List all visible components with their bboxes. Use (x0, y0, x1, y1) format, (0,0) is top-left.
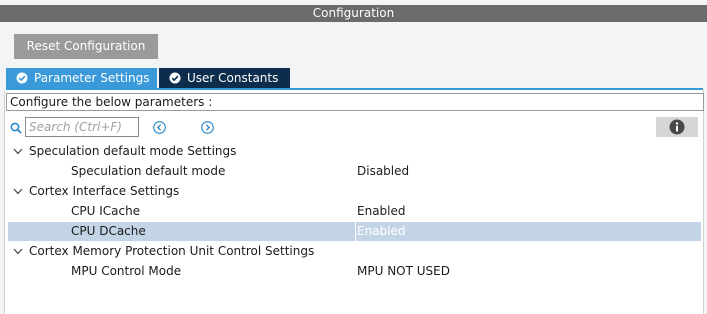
parameter-value[interactable]: Enabled (357, 202, 406, 221)
search-input[interactable] (25, 117, 139, 137)
info-button[interactable] (656, 117, 698, 137)
tab-label: User Constants (187, 71, 279, 85)
check-circle-icon (16, 72, 28, 84)
parameter-row-selected[interactable]: CPU DCache Enabled (8, 222, 701, 241)
parameter-row[interactable]: Speculation default mode Disabled (8, 162, 701, 181)
tab-label: Parameter Settings (34, 71, 150, 85)
search-icon (10, 122, 22, 134)
parameter-value[interactable]: Disabled (357, 162, 409, 181)
configure-instructions: Configure the below parameters : (6, 93, 704, 111)
tab-user-constants[interactable]: User Constants (159, 68, 290, 88)
group-label: Cortex Memory Protection Unit Control Se… (29, 244, 315, 258)
parameter-value[interactable]: MPU NOT USED (357, 262, 450, 281)
group-row[interactable]: Cortex Memory Protection Unit Control Se… (8, 242, 701, 261)
parameter-label: MPU Control Mode (71, 264, 182, 278)
group-label: Speculation default mode Settings (29, 144, 237, 158)
parameter-row[interactable]: MPU Control Mode MPU NOT USED (8, 262, 701, 281)
group-row[interactable]: Cortex Interface Settings (8, 182, 701, 201)
parameter-row[interactable]: CPU ICache Enabled (8, 202, 701, 221)
chevron-left-icon[interactable] (153, 121, 166, 134)
parameter-label: Speculation default mode (71, 164, 226, 178)
chevron-down-icon[interactable] (13, 248, 23, 255)
parameter-value[interactable]: Enabled (357, 222, 406, 241)
parameter-label: CPU ICache (71, 204, 141, 218)
window-title: Configuration (0, 5, 707, 22)
check-circle-icon (169, 72, 181, 84)
parameter-panel: Configure the below parameters : Specula… (4, 90, 704, 314)
group-label: Cortex Interface Settings (29, 184, 180, 198)
parameter-label: CPU DCache (71, 224, 146, 238)
chevron-down-icon[interactable] (13, 188, 23, 195)
chevron-down-icon[interactable] (13, 148, 23, 155)
chevron-right-icon[interactable] (201, 121, 214, 134)
tab-parameter-settings[interactable]: Parameter Settings (6, 68, 157, 88)
parameter-value-cell[interactable] (355, 222, 701, 241)
info-icon (669, 119, 685, 135)
reset-configuration-button[interactable]: Reset Configuration (14, 34, 158, 59)
group-row[interactable]: Speculation default mode Settings (8, 142, 701, 161)
